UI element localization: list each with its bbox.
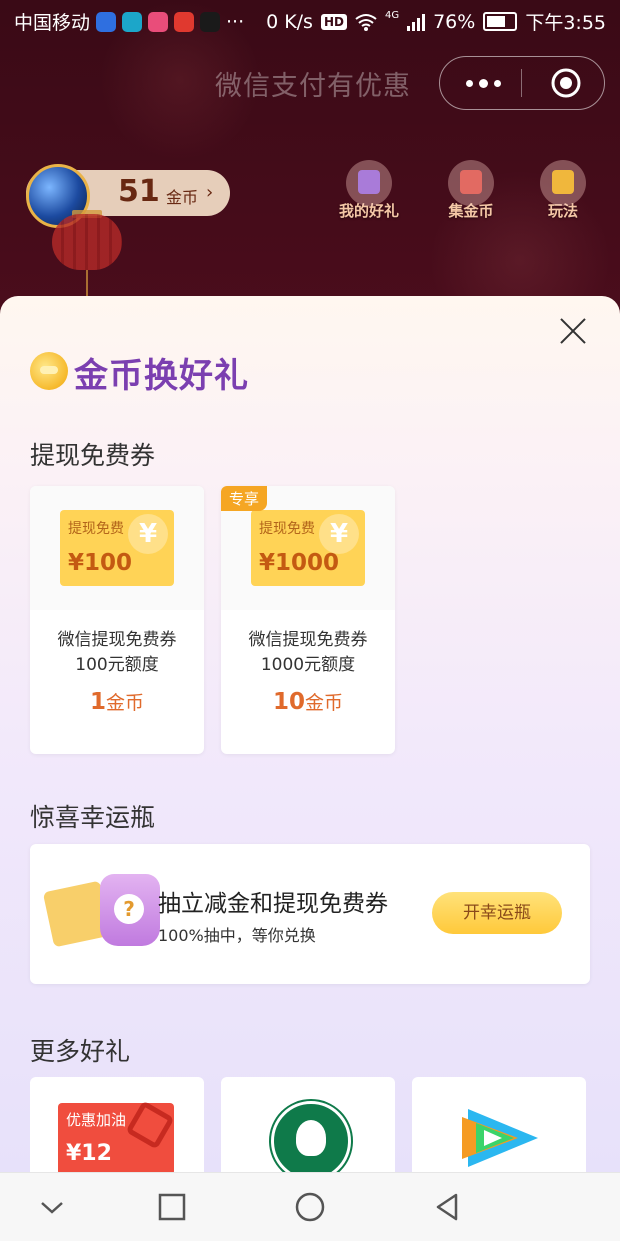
gift-box-icon bbox=[346, 160, 392, 206]
starbucks-card[interactable] bbox=[221, 1077, 395, 1172]
lantern-string bbox=[86, 270, 88, 296]
question-mark-icon: ? bbox=[114, 894, 144, 924]
my-gifts-button[interactable]: 我的好礼 bbox=[334, 160, 404, 221]
voucher-image: 提现免费 ¥100 ¥ bbox=[60, 510, 174, 586]
collect-coins-button[interactable]: 集金币 bbox=[436, 160, 506, 221]
voucher-value: ¥1000 bbox=[259, 550, 340, 576]
exclusive-badge: 专享 bbox=[221, 486, 268, 511]
card-name: 微信提现免费券 1000元额度 bbox=[221, 628, 395, 678]
price-number: 10 bbox=[272, 689, 305, 715]
signal-icon bbox=[407, 13, 426, 31]
starbucks-logo-icon bbox=[271, 1101, 351, 1172]
price-number: 1 bbox=[89, 689, 106, 715]
miniprogram-capsule bbox=[439, 56, 605, 110]
carrier-label: 中国移动 bbox=[14, 12, 91, 34]
page-header: 中国移动 ··· 0 K/s HD 4G 76% 下午3:55 微信支付有优惠 bbox=[0, 0, 620, 320]
withdraw-voucher-card-100[interactable]: 提现免费 ¥100 ¥ 微信提现免费券 100元额度 1金币 bbox=[30, 486, 204, 754]
open-lucky-bottle-button[interactable]: 开幸运瓶 bbox=[432, 892, 562, 934]
chevron-right-icon: › bbox=[206, 182, 214, 203]
hd-icon: HD bbox=[320, 13, 347, 30]
fuel-coupon-icon: 优惠加油 ¥12 bbox=[58, 1100, 175, 1172]
rules-button[interactable]: 玩法 bbox=[528, 160, 598, 221]
sheet-title: 金币换好礼 bbox=[74, 356, 249, 396]
page-title: 微信支付有优惠 bbox=[215, 71, 411, 102]
clock: 下午3:55 bbox=[525, 12, 606, 34]
browser-app-icon bbox=[122, 11, 143, 32]
card-name-line1: 微信提现免费券 bbox=[248, 630, 368, 650]
camera-app-icon bbox=[148, 11, 169, 32]
network-type: 4G bbox=[384, 10, 400, 21]
more-options-button[interactable] bbox=[464, 73, 502, 93]
net-speed: 0 K/s bbox=[266, 10, 313, 33]
close-miniprogram-button[interactable] bbox=[550, 67, 582, 99]
lucky-bottle-icon: ? bbox=[100, 874, 160, 946]
home-button[interactable] bbox=[294, 1191, 326, 1223]
voucher-image: 提现免费 ¥1000 ¥ bbox=[251, 510, 365, 586]
exchange-gifts-sheet: 金币换好礼 提现免费券 提现免费 ¥100 ¥ 微信提现免费券 100元额度 1… bbox=[0, 296, 620, 1172]
withdraw-voucher-card-1000[interactable]: 提现免费 ¥1000 ¥ 专享 微信提现免费券 1000元额度 10金币 bbox=[221, 486, 395, 754]
fuel-coupon-card[interactable]: 优惠加油 ¥12 bbox=[30, 1077, 204, 1172]
lucky-bottle-subline: 100%抽中，等你兑换 bbox=[158, 926, 316, 945]
fuel-coupon-label: 优惠加油 bbox=[66, 1111, 127, 1129]
battery-percent: 76% bbox=[433, 10, 476, 33]
rules-icon bbox=[540, 160, 586, 206]
fuel-nozzle-icon bbox=[125, 1100, 175, 1150]
card-price: 1金币 bbox=[30, 688, 204, 715]
lantern-decoration bbox=[52, 214, 122, 270]
tiktok-app-icon bbox=[200, 11, 221, 32]
fuel-coupon-value: ¥12 bbox=[66, 1141, 112, 1166]
close-icon[interactable] bbox=[556, 314, 590, 348]
back-button[interactable] bbox=[432, 1191, 464, 1223]
more-notifications-icon: ··· bbox=[226, 10, 245, 33]
security-app-icon bbox=[96, 11, 117, 32]
voucher-label: 提现免费 bbox=[259, 521, 315, 537]
card-price: 10金币 bbox=[221, 688, 395, 715]
price-unit: 金币 bbox=[305, 692, 344, 714]
voucher-value: ¥100 bbox=[68, 550, 133, 576]
coin-unit: 金币 bbox=[166, 188, 199, 207]
lucky-bottle-card[interactable]: ? 抽立减金和提现免费券 100%抽中，等你兑换 开幸运瓶 bbox=[30, 844, 590, 984]
battery-icon bbox=[483, 12, 518, 31]
lucky-bottle-headline: 抽立减金和提现免费券 bbox=[158, 891, 388, 917]
card-name: 微信提现免费券 100元额度 bbox=[30, 628, 204, 678]
gold-coin-icon bbox=[30, 352, 68, 390]
coin-amount: 51 bbox=[118, 174, 160, 209]
chevron-down-icon[interactable] bbox=[36, 1191, 68, 1223]
status-bar: 中国移动 ··· 0 K/s HD 4G 76% 下午3:55 bbox=[0, 0, 620, 42]
card-name-line2: 100元额度 bbox=[75, 655, 159, 675]
lucky-bottle-section-title: 惊喜幸运瓶 bbox=[30, 803, 156, 832]
voucher-label: 提现免费 bbox=[68, 521, 124, 537]
card-name-line1: 微信提现免费券 bbox=[57, 630, 177, 650]
yen-icon: ¥ bbox=[128, 514, 168, 554]
news-app-icon bbox=[174, 11, 195, 32]
system-nav-bar bbox=[0, 1172, 620, 1241]
price-unit: 金币 bbox=[106, 692, 145, 714]
withdraw-section-title: 提现免费券 bbox=[30, 441, 156, 470]
wifi-icon bbox=[355, 13, 377, 31]
collect-coins-icon bbox=[448, 160, 494, 206]
yen-icon: ¥ bbox=[319, 514, 359, 554]
card-name-line2: 1000元额度 bbox=[260, 655, 356, 675]
recent-apps-button[interactable] bbox=[156, 1191, 188, 1223]
tencent-video-logo-icon bbox=[462, 1109, 538, 1167]
tencent-video-card[interactable] bbox=[412, 1077, 586, 1172]
more-gifts-section-title: 更多好礼 bbox=[30, 1037, 131, 1066]
